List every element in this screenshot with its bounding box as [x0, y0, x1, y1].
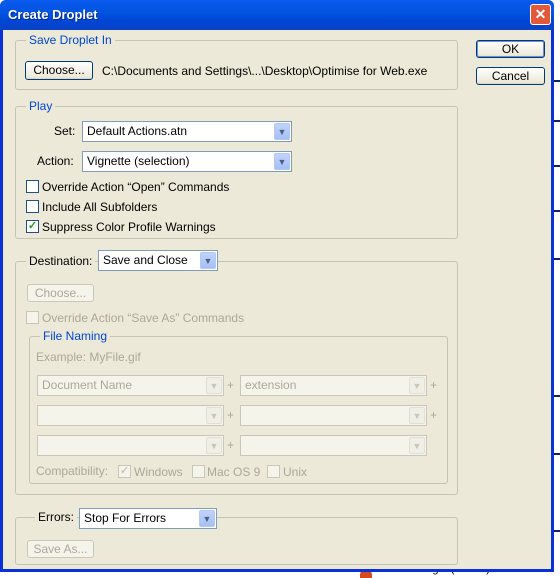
action-select[interactable]: Vignette (selection) ▼ — [82, 151, 292, 172]
windows-checkbox[interactable]: ✓ — [118, 465, 131, 478]
play-legend: Play — [26, 99, 56, 113]
errors-value: Stop For Errors — [84, 511, 167, 525]
override-open-label: Override Action “Open” Commands — [42, 180, 230, 194]
suppress-warnings-label: Suppress Color Profile Warnings — [42, 220, 216, 234]
chevron-down-icon: ▼ — [274, 153, 290, 170]
naming-select-1a[interactable]: Document Name ▼ — [37, 375, 224, 396]
destination-select[interactable]: Save and Close ▼ — [98, 250, 218, 271]
override-save-label: Override Action “Save As” Commands — [42, 311, 245, 325]
windows-label: Windows — [134, 465, 183, 479]
create-droplet-dialog: Create Droplet ✕ OK Cancel Save Droplet … — [0, 0, 554, 572]
plus-sign: + — [227, 378, 235, 392]
destination-group: Destination: Save and Close ▼ Choose... … — [15, 250, 458, 495]
destination-label: Destination: — [26, 254, 96, 268]
macos-checkbox[interactable] — [192, 465, 205, 478]
plus-sign: + — [430, 378, 438, 392]
save-droplet-group: Save Droplet In Choose... C:\Documents a… — [15, 33, 458, 90]
chevron-down-icon: ▼ — [200, 252, 216, 269]
override-open-checkbox[interactable] — [26, 180, 39, 193]
dialog-title: Create Droplet — [8, 7, 98, 22]
unix-label: Unix — [283, 465, 308, 479]
errors-select[interactable]: Stop For Errors ▼ — [79, 508, 217, 529]
errors-save-as-button[interactable]: Save As... — [27, 540, 94, 558]
cancel-button[interactable]: Cancel — [476, 67, 545, 85]
chevron-down-icon: ▼ — [199, 510, 215, 527]
file-naming-legend: File Naming — [40, 329, 111, 343]
macos-label: Mac OS 9 — [207, 465, 261, 479]
chevron-down-icon: ▼ — [274, 123, 290, 140]
destination-choose-button[interactable]: Choose... — [27, 284, 94, 302]
example-filename: Example: MyFile.gif — [36, 350, 141, 364]
action-label: Action: — [37, 154, 74, 168]
action-value: Vignette (selection) — [87, 154, 190, 168]
set-select[interactable]: Default Actions.atn ▼ — [82, 121, 292, 142]
errors-group: Errors: Stop For Errors ▼ Save As... — [15, 508, 458, 565]
chevron-down-icon: ▼ — [409, 437, 425, 454]
plus-sign: + — [227, 438, 235, 452]
naming-value-1b: extension — [245, 378, 297, 392]
ok-button[interactable]: OK — [476, 40, 545, 58]
chevron-down-icon: ▼ — [409, 407, 425, 424]
include-subfolders-checkbox[interactable] — [26, 200, 39, 213]
close-icon: ✕ — [534, 6, 547, 22]
naming-value-1a: Document Name — [42, 378, 133, 392]
naming-select-3b[interactable]: ▼ — [240, 435, 427, 456]
errors-label: Errors: — [35, 510, 77, 524]
naming-select-2b[interactable]: ▼ — [240, 405, 427, 426]
chevron-down-icon: ▼ — [206, 437, 222, 454]
override-save-checkbox[interactable] — [26, 311, 39, 324]
save-droplet-legend: Save Droplet In — [26, 33, 115, 47]
play-group: Play Set: Default Actions.atn ▼ Action: … — [15, 99, 458, 239]
chevron-down-icon: ▼ — [206, 377, 222, 394]
include-subfolders-label: Include All Subfolders — [42, 200, 158, 214]
unix-checkbox[interactable] — [267, 465, 280, 478]
set-value: Default Actions.atn — [87, 124, 188, 138]
chevron-down-icon: ▼ — [409, 377, 425, 394]
title-bar: Create Droplet ✕ — [0, 0, 554, 30]
droplet-path: C:\Documents and Settings\...\Desktop\Op… — [102, 64, 428, 78]
set-label: Set: — [54, 124, 76, 138]
suppress-warnings-checkbox[interactable]: ✓ — [26, 220, 39, 233]
file-naming-group: File Naming Example: MyFile.gif Document… — [29, 329, 448, 484]
naming-select-3a[interactable]: ▼ — [37, 435, 224, 456]
chevron-down-icon: ▼ — [206, 407, 222, 424]
compatibility-label: Compatibility: — [36, 464, 109, 478]
plus-sign: + — [227, 408, 235, 422]
plus-sign: + — [430, 408, 438, 422]
naming-select-2a[interactable]: ▼ — [37, 405, 224, 426]
droplet-choose-button[interactable]: Choose... — [25, 61, 93, 80]
close-button[interactable]: ✕ — [530, 4, 551, 25]
naming-select-1b[interactable]: extension ▼ — [240, 375, 427, 396]
destination-value: Save and Close — [103, 253, 188, 267]
